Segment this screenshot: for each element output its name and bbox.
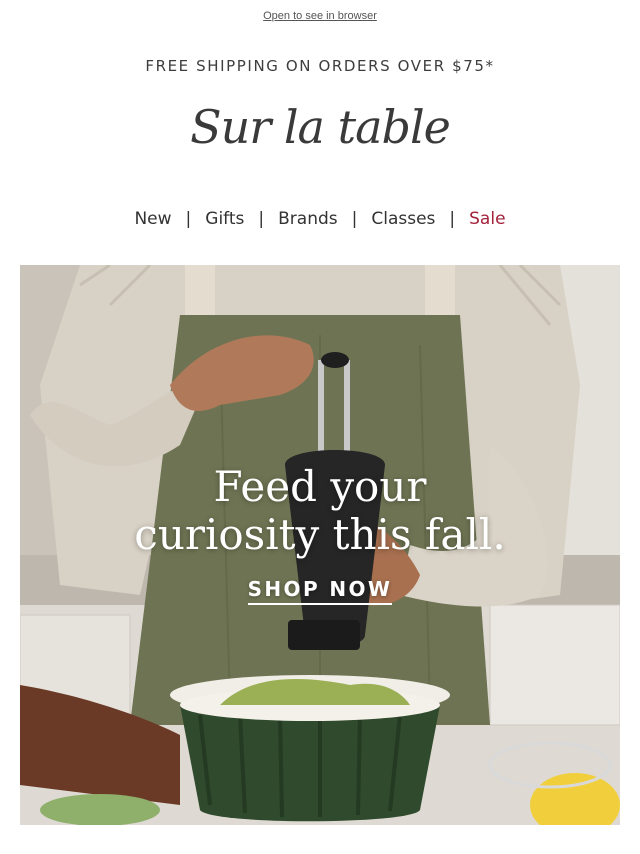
nav-item-new[interactable]: New: [120, 209, 185, 229]
shop-now-link[interactable]: SHOP NOW: [247, 577, 393, 605]
hero-headline: Feed your curiosity this fall.: [20, 463, 620, 559]
hero-banner[interactable]: Feed your curiosity this fall. SHOP NOW: [20, 265, 620, 825]
nav-item-sale[interactable]: Sale: [455, 209, 519, 229]
shop-now-cta: SHOP NOW: [20, 577, 620, 605]
open-in-browser-link[interactable]: Open to see in browser: [0, 10, 640, 22]
nav-item-brands[interactable]: Brands: [264, 209, 352, 229]
nav-item-classes[interactable]: Classes: [357, 209, 449, 229]
nav-item-gifts[interactable]: Gifts: [191, 209, 258, 229]
main-nav: New | Gifts | Brands | Classes | Sale: [0, 209, 640, 229]
hero-headline-line2: curiosity this fall.: [134, 510, 506, 559]
sur-la-table-logo[interactable]: Sur la table: [0, 100, 640, 154]
hero-headline-line1: Feed your: [213, 462, 427, 511]
free-shipping-banner[interactable]: FREE SHIPPING ON ORDERS OVER $75*: [0, 57, 640, 75]
